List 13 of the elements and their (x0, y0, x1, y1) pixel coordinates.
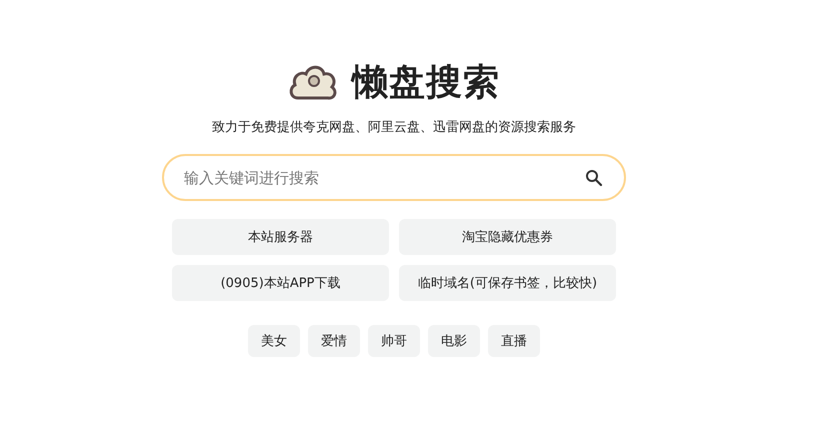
tag-button[interactable]: 爱情 (308, 325, 360, 357)
search-field[interactable]: 输入关键词进行搜索 (162, 154, 626, 201)
site-tagline: 致力于免费提供夸克网盘、阿里云盘、迅雷网盘的资源搜索服务 (211, 119, 577, 136)
tag-button[interactable]: 直播 (488, 325, 540, 357)
tag-button[interactable]: 电影 (428, 325, 480, 357)
link-button[interactable]: 本站服务器 (172, 219, 389, 255)
tag-button[interactable]: 美女 (248, 325, 300, 357)
tag-button[interactable]: 帅哥 (368, 325, 420, 357)
link-button[interactable]: 临时域名(可保存书签，比较快) (399, 265, 616, 301)
site-title: 懒盘搜索 (352, 60, 500, 104)
link-button[interactable]: (0905)本站APP下载 (172, 265, 389, 301)
search-icon[interactable] (585, 169, 603, 187)
link-button[interactable]: 淘宝隐藏优惠券 (399, 219, 616, 255)
